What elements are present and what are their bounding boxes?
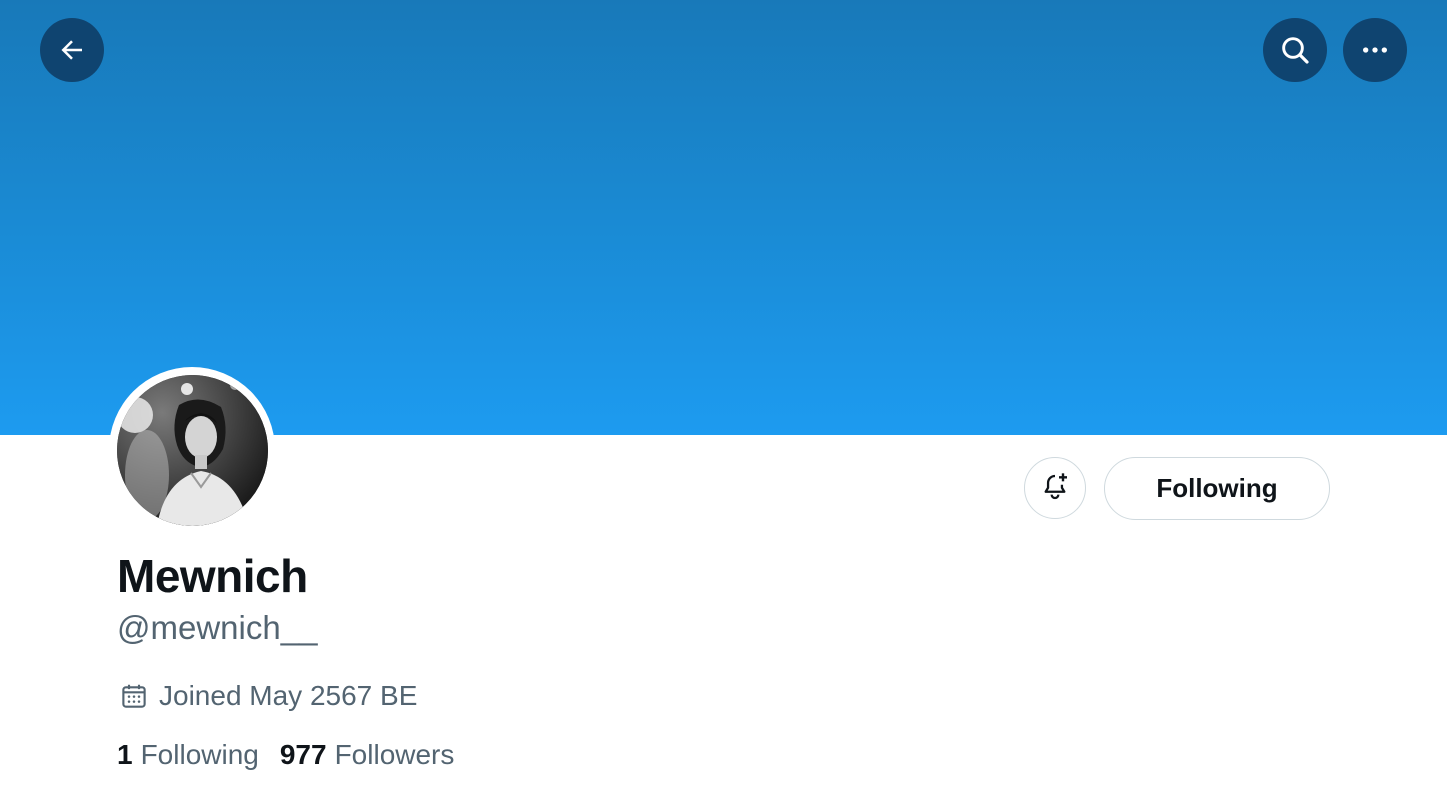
display-name: Mewnich (117, 550, 308, 602)
bell-plus-icon (1039, 470, 1071, 507)
followers-stat-link[interactable]: 977 Followers (280, 737, 455, 773)
following-count: 1 (117, 739, 133, 770)
following-label: Following (140, 739, 259, 770)
back-button[interactable] (40, 18, 104, 82)
user-handle: @mewnich__ (117, 609, 318, 646)
followers-count: 977 (279, 739, 327, 770)
avatar[interactable] (116, 374, 268, 526)
avatar-border (109, 367, 275, 533)
calendar-icon (119, 681, 149, 711)
more-horizontal-icon (1359, 34, 1391, 66)
joined-text: Joined May 2567 BE (159, 680, 418, 711)
follow-stats: 1 Following 977 Followers (117, 737, 475, 773)
notify-button[interactable] (1024, 457, 1086, 519)
following-stat-link[interactable]: 1 Following (117, 737, 259, 773)
search-icon (1279, 34, 1311, 66)
joined-date: Joined May 2567 BE (119, 678, 417, 714)
arrow-left-icon (57, 35, 87, 65)
profile-banner[interactable] (0, 0, 1447, 435)
followers-label: Followers (334, 739, 455, 770)
following-button[interactable]: Following (1104, 457, 1330, 520)
search-button[interactable] (1263, 18, 1327, 82)
more-button[interactable] (1343, 18, 1407, 82)
profile-page: Following Mewnich @mewnich__ Joined May … (0, 0, 1447, 807)
